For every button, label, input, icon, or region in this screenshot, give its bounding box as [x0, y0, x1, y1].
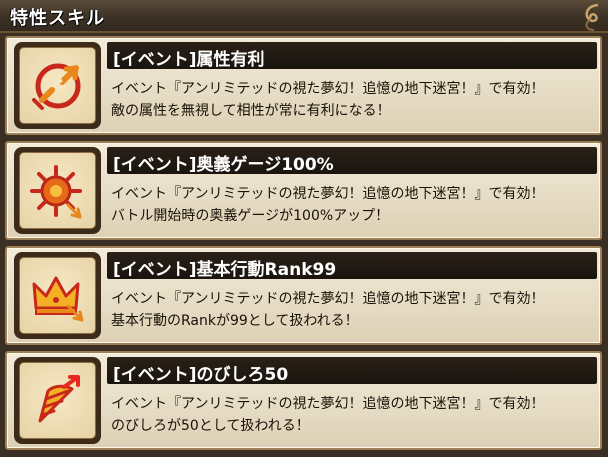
scroll-ornament-icon [585, 3, 599, 31]
skill-title: [イベント]属性有利 [113, 50, 265, 70]
crown-arrow-icon [32, 276, 83, 321]
skill-title-bar: [イベント]奥義ゲージ100% [107, 147, 597, 175]
skill-icon-frame [14, 42, 101, 129]
skill-description-line: 敵の属性を無視して相性が常に有利になる！ [111, 103, 391, 119]
skill-title-bar: [イベント]属性有利 [107, 42, 597, 70]
panel-title: 特性スキル [10, 8, 105, 29]
skill-description-line: イベント『アンリミテッドの視た夢幻！追憶の地下迷宮！』で有効！ [111, 291, 545, 307]
skill-description: イベント『アンリミテッドの視た夢幻！追憶の地下迷宮！』で有効！ 敵の属性を無視し… [111, 78, 597, 122]
skill-icon-frame [14, 147, 101, 234]
skill-description: イベント『アンリミテッドの視た夢幻！追憶の地下迷宮！』で有効！ バトル開始時の奥… [111, 183, 597, 227]
skill-description-line: イベント『アンリミテッドの視た夢幻！追憶の地下迷宮！』で有効！ [111, 396, 545, 412]
skill-title-bar: [イベント]のびしろ50 [107, 357, 597, 385]
skill-description-line: イベント『アンリミテッドの視た夢幻！追憶の地下迷宮！』で有効！ [111, 186, 545, 202]
skill-title: [イベント]のびしろ50 [113, 365, 289, 385]
skill-description-line: 基本行動のRankが99として扱われる！ [111, 313, 359, 329]
skill-card[interactable]: [イベント]基本行動Rank99 イベント『アンリミテッドの視た夢幻！追憶の地下… [5, 246, 602, 345]
skill-description-line: イベント『アンリミテッドの視た夢幻！追憶の地下迷宮！』で有効！ [111, 81, 545, 97]
skill-card[interactable]: [イベント]のびしろ50 イベント『アンリミテッドの視た夢幻！追憶の地下迷宮！』… [5, 351, 602, 450]
skill-card[interactable]: [イベント]奥義ゲージ100% イベント『アンリミテッドの視た夢幻！追憶の地下迷… [5, 141, 602, 240]
skill-title: [イベント]奥義ゲージ100% [113, 155, 334, 175]
skill-title: [イベント]基本行動Rank99 [113, 260, 337, 280]
drill-arrow-icon [38, 374, 80, 422]
skill-title-bar: [イベント]基本行動Rank99 [107, 252, 597, 280]
skill-description-line: のびしろが50として扱われる！ [111, 418, 310, 434]
skill-description: イベント『アンリミテッドの視た夢幻！追憶の地下迷宮！』で有効！ のびしろが50と… [111, 393, 597, 437]
skill-card[interactable]: [イベント]属性有利 イベント『アンリミテッドの視た夢幻！追憶の地下迷宮！』で有… [5, 36, 602, 135]
skill-icon-frame [14, 252, 101, 339]
skill-description-line: バトル開始時の奥義ゲージが100%アップ！ [111, 208, 390, 224]
skill-panel: 特性スキル [イベント]属性有利 イベント『アンリミテッドの視た夢幻！追憶の地下… [0, 0, 608, 457]
skill-description: イベント『アンリミテッドの視た夢幻！追憶の地下迷宮！』で有効！ 基本行動のRan… [111, 288, 597, 332]
broken-target-arrow-icon [31, 63, 80, 110]
skill-icon-frame [14, 357, 101, 444]
starburst-arrow-icon [29, 164, 82, 218]
panel-header: 特性スキル [0, 0, 608, 33]
